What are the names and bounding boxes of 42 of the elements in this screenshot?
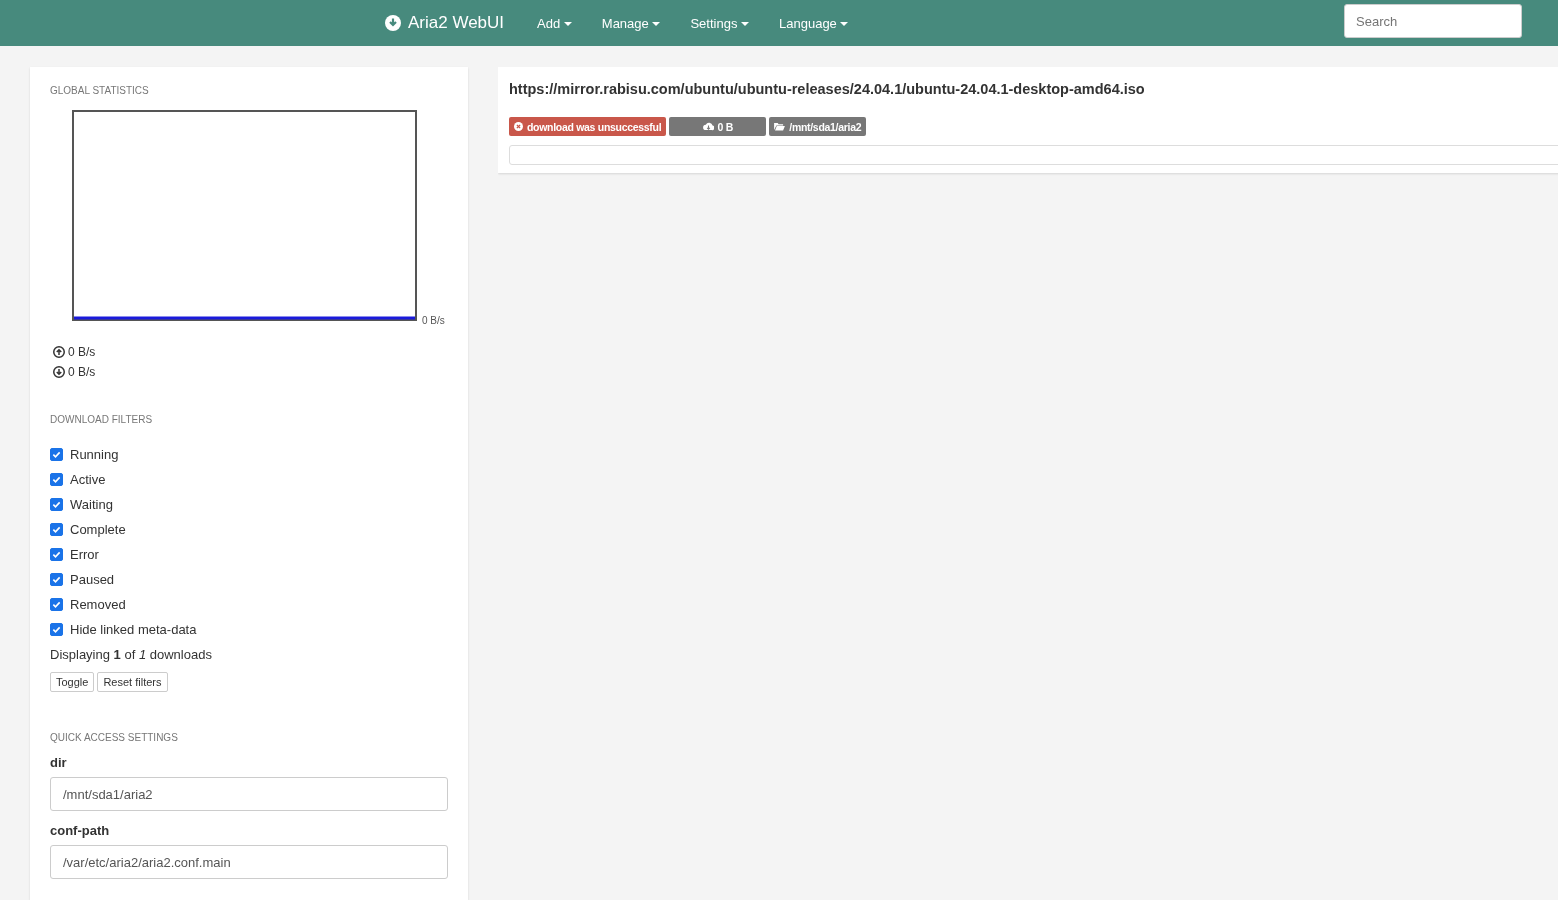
download-speed: 0 B/s bbox=[68, 365, 96, 379]
filter-label: Error bbox=[70, 547, 99, 562]
graph-label: 0 B/s bbox=[422, 315, 445, 326]
download-circle-icon bbox=[385, 15, 401, 31]
filter-checkbox[interactable] bbox=[50, 498, 63, 511]
folder-badge: /mnt/sda1/aria2 bbox=[769, 117, 867, 136]
section-heading: GLOBAL STATISTICS bbox=[50, 85, 150, 96]
filter-label: Paused bbox=[70, 572, 115, 587]
download-count-text: Displaying 1 of 1 downloads bbox=[50, 647, 213, 662]
filter-checkbox[interactable] bbox=[50, 598, 63, 611]
field-label: dir bbox=[50, 755, 68, 770]
section-heading: QUICK ACCESS SETTINGS bbox=[50, 732, 179, 743]
filter-checkbox[interactable] bbox=[50, 523, 63, 536]
filter-label: Active bbox=[70, 472, 106, 487]
filter-checkbox[interactable] bbox=[50, 448, 63, 461]
filter-label: Removed bbox=[70, 597, 126, 612]
section-heading: DOWNLOAD FILTERS bbox=[50, 414, 154, 425]
filter-button[interactable]: Toggle bbox=[50, 672, 95, 692]
upload-speed: 0 B/s bbox=[68, 345, 96, 359]
filter-label: Hide linked meta-data bbox=[70, 622, 197, 637]
menu-dropdown[interactable]: Manage bbox=[586, 15, 676, 31]
status-badge: download was unsuccessful bbox=[509, 117, 667, 136]
setting-input[interactable]: /mnt/sda1/aria2 bbox=[50, 777, 448, 811]
upload-arrow-icon bbox=[53, 346, 65, 358]
size-badge: 0 B bbox=[669, 117, 767, 136]
filter-label: Waiting bbox=[70, 497, 113, 512]
filter-checkbox[interactable] bbox=[50, 548, 63, 561]
filter-label: Complete bbox=[70, 522, 126, 537]
filter-checkbox[interactable] bbox=[50, 573, 63, 586]
menu-dropdown[interactable]: Settings bbox=[675, 15, 764, 31]
filter-checkbox[interactable] bbox=[50, 473, 63, 486]
setting-input[interactable]: /var/etc/aria2/aria2.conf.main bbox=[50, 845, 448, 879]
menu-dropdown[interactable]: Add bbox=[522, 15, 587, 31]
download-arrow-icon bbox=[53, 366, 65, 378]
search-field[interactable]: Search bbox=[1344, 4, 1522, 38]
filter-label: Running bbox=[70, 447, 119, 462]
brand-link[interactable]: Aria2 WebUI bbox=[385, 13, 505, 33]
filter-button[interactable]: Reset filters bbox=[97, 672, 168, 692]
field-label: conf-path bbox=[50, 823, 111, 838]
download-url: https://mirror.rabisu.com/ubuntu/ubuntu-releases/24.04.1/ubuntu-24.04.1-desktop-amd64.iso bbox=[509, 81, 1146, 97]
filter-checkbox[interactable] bbox=[50, 623, 63, 636]
menu-dropdown[interactable]: Language bbox=[764, 15, 864, 31]
